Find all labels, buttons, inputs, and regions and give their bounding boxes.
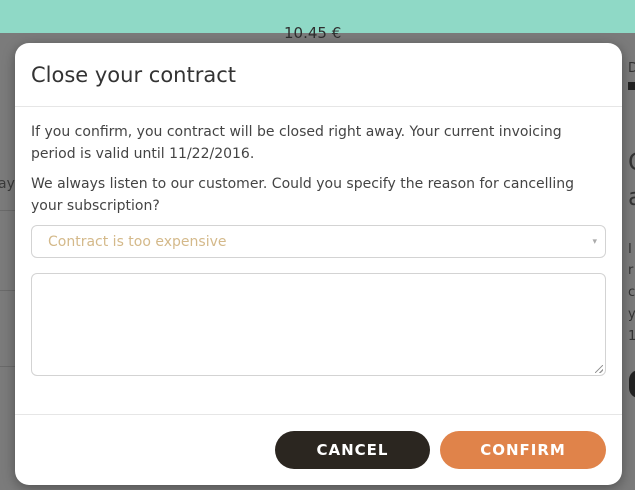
dialog-title: Close your contract [31, 62, 236, 87]
background-right-line: y [628, 307, 635, 322]
background-right-heading: a [628, 183, 635, 211]
comment-textarea[interactable] [31, 273, 606, 376]
close-contract-dialog: Close your contract If you confirm, you … [15, 43, 622, 485]
reason-prompt-text: We always listen to our customer. Could … [31, 176, 575, 214]
background-right-line: 1 [628, 329, 635, 344]
background-right-line: I [628, 242, 632, 257]
confirm-button[interactable]: CONFIRM [440, 431, 606, 469]
background-button [629, 370, 635, 398]
background-right-line: r [628, 263, 634, 278]
reason-select[interactable]: Contract is too expensive ▾ [31, 225, 606, 258]
background-right-heading: C [628, 148, 635, 176]
background-right-line: c [628, 285, 635, 300]
chevron-down-icon: ▾ [592, 236, 597, 247]
resize-handle-icon[interactable] [595, 365, 603, 373]
background-left-text: ay [0, 176, 15, 192]
cancel-button[interactable]: CANCEL [275, 431, 430, 469]
dialog-body: If you confirm, you contract will be clo… [15, 107, 622, 376]
confirmation-text: If you confirm, you contract will be clo… [31, 124, 562, 162]
background-right-text: D [628, 61, 635, 76]
mail-icon [628, 82, 635, 90]
dialog-header: Close your contract [15, 43, 622, 107]
reason-select-value: Contract is too expensive [48, 233, 227, 250]
background-price: 10.45 € [284, 24, 342, 42]
dialog-footer: CANCEL CONFIRM [15, 414, 622, 485]
